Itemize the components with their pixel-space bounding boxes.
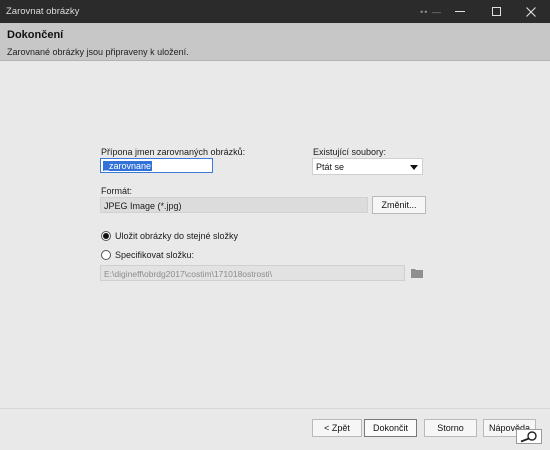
- chevron-down-icon: [410, 165, 418, 170]
- finish-button[interactable]: Dokončit: [364, 419, 417, 437]
- radio-same-folder-label[interactable]: Uložit obrázky do stejné složky: [115, 231, 238, 241]
- format-label: Formát:: [101, 186, 133, 196]
- radio-specify-folder-label[interactable]: Specifikovat složku:: [115, 250, 194, 260]
- radio-specify-folder[interactable]: [101, 250, 111, 260]
- wizard-header: Dokončení Zarovnané obrázky jsou připrav…: [0, 23, 550, 61]
- back-button[interactable]: < Zpět: [312, 419, 362, 437]
- suffix-input[interactable]: _zarovnane: [100, 158, 213, 173]
- cancel-button[interactable]: Storno: [424, 419, 477, 437]
- suffix-label: Přípona jmen zarovnaných obrázků:: [101, 147, 246, 157]
- folder-path-value: E:\digineff\obrdg2017\costim\171018ostro…: [104, 269, 273, 279]
- magnifier-icon: [520, 431, 537, 443]
- page-subtitle: Zarovnané obrázky jsou připraveny k ulož…: [7, 47, 189, 57]
- existing-files-value: Ptát se: [316, 162, 345, 172]
- magnifier-overlay[interactable]: [516, 429, 542, 444]
- close-icon: [526, 6, 536, 17]
- format-field: JPEG Image (*.jpg): [100, 197, 368, 213]
- folder-path-input[interactable]: E:\digineff\obrdg2017\costim\171018ostro…: [100, 265, 405, 281]
- title-bar: Zarovnat obrázky •• —: [0, 0, 550, 23]
- format-value: JPEG Image (*.jpg): [104, 201, 182, 211]
- folder-icon[interactable]: [411, 268, 423, 278]
- maximize-icon: [491, 7, 501, 16]
- suffix-input-value: _zarovnane: [103, 161, 153, 171]
- change-format-button[interactable]: Změnit...: [372, 196, 426, 214]
- window-title: Zarovnat obrázky: [6, 6, 80, 17]
- maximize-button[interactable]: [479, 0, 513, 23]
- radio-same-folder[interactable]: [101, 231, 111, 241]
- existing-files-select[interactable]: Ptát se: [312, 158, 423, 175]
- minimize-button[interactable]: [443, 0, 477, 23]
- close-button[interactable]: [514, 0, 548, 23]
- minimize-icon: [455, 11, 465, 12]
- existing-files-label: Existující soubory:: [313, 147, 387, 157]
- page-title: Dokončení: [7, 29, 64, 41]
- wizard-content: [0, 62, 550, 408]
